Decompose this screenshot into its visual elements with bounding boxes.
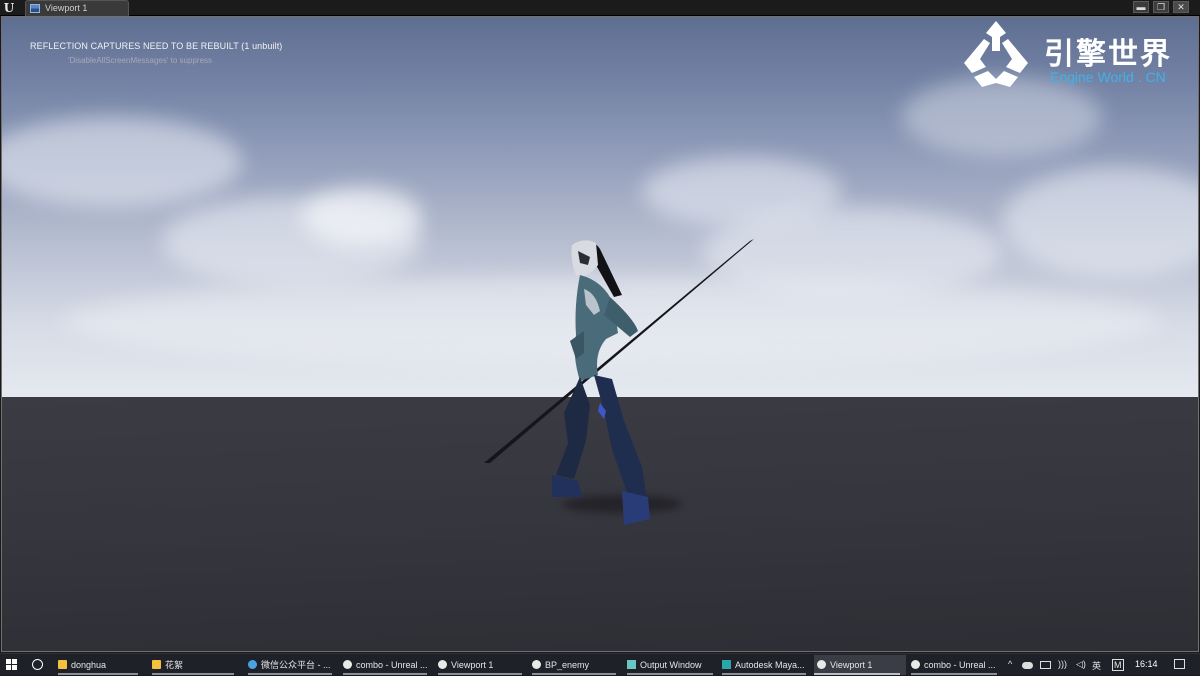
taskbar-item-active[interactable]: Viewport 1 xyxy=(814,655,906,675)
taskbar-item[interactable]: combo - Unreal ... xyxy=(911,655,1003,675)
folder-icon xyxy=(152,660,161,669)
character-with-sword xyxy=(484,239,754,525)
tab-viewport-1[interactable]: Viewport 1 xyxy=(25,0,129,16)
viewport-canvas[interactable]: REFLECTION CAPTURES NEED TO BE REBUILT (… xyxy=(1,16,1199,652)
reflection-capture-warning: REFLECTION CAPTURES NEED TO BE REBUILT (… xyxy=(30,41,283,51)
taskbar-item[interactable]: Viewport 1 xyxy=(438,655,528,675)
taskbar: donghua 花絮 微信公众平台 - ... combo - Unreal .… xyxy=(0,653,1200,675)
unreal-icon xyxy=(911,660,920,669)
cortana-search-icon[interactable] xyxy=(32,659,43,670)
action-center-icon[interactable] xyxy=(1174,659,1185,669)
output-window-icon xyxy=(627,660,636,669)
windows-start-icon[interactable] xyxy=(6,659,18,671)
unreal-icon xyxy=(438,660,447,669)
close-button[interactable]: ✕ xyxy=(1173,1,1189,13)
maya-icon xyxy=(722,660,731,669)
taskbar-item[interactable]: Autodesk Maya... xyxy=(722,655,812,675)
browser-icon xyxy=(248,660,257,669)
unreal-logo-icon[interactable]: U xyxy=(2,1,16,15)
minimize-button[interactable]: ▬ xyxy=(1133,1,1149,13)
taskbar-item[interactable]: Output Window xyxy=(627,655,719,675)
unreal-icon xyxy=(817,660,826,669)
taskbar-item[interactable]: 花絮 xyxy=(152,655,240,675)
watermark-title: 引擎世界 xyxy=(1044,37,1172,72)
clock[interactable]: 16:14 xyxy=(1135,659,1158,669)
ime-mode-indicator[interactable]: M xyxy=(1112,659,1124,671)
title-bar: U Viewport 1 ▬ ❐ ✕ xyxy=(0,0,1200,16)
suppress-messages-hint: 'DisableAllScreenMessages' to suppress xyxy=(68,56,213,65)
unreal-icon xyxy=(343,660,352,669)
folder-icon xyxy=(58,660,67,669)
taskbar-item[interactable]: donghua xyxy=(58,655,144,675)
viewport-icon xyxy=(30,4,40,13)
ime-language-indicator[interactable]: 英 xyxy=(1092,659,1101,672)
tab-label: Viewport 1 xyxy=(45,3,88,13)
unreal-icon xyxy=(532,660,541,669)
network-icon[interactable]: ))) xyxy=(1058,659,1067,669)
onedrive-icon[interactable] xyxy=(1022,662,1033,669)
taskbar-item[interactable]: combo - Unreal ... xyxy=(343,655,433,675)
engine-world-logo-icon xyxy=(964,21,1028,87)
maximize-button[interactable]: ❐ xyxy=(1153,1,1169,13)
taskbar-item[interactable]: 微信公众平台 - ... xyxy=(248,655,338,675)
show-hidden-icons-chevron-icon[interactable]: ^ xyxy=(1008,659,1012,669)
taskbar-item[interactable]: BP_enemy xyxy=(532,655,622,675)
watermark-subtitle: Engine World . CN xyxy=(1050,69,1166,85)
battery-icon[interactable] xyxy=(1040,661,1051,669)
volume-icon[interactable]: ◁) xyxy=(1076,659,1086,670)
